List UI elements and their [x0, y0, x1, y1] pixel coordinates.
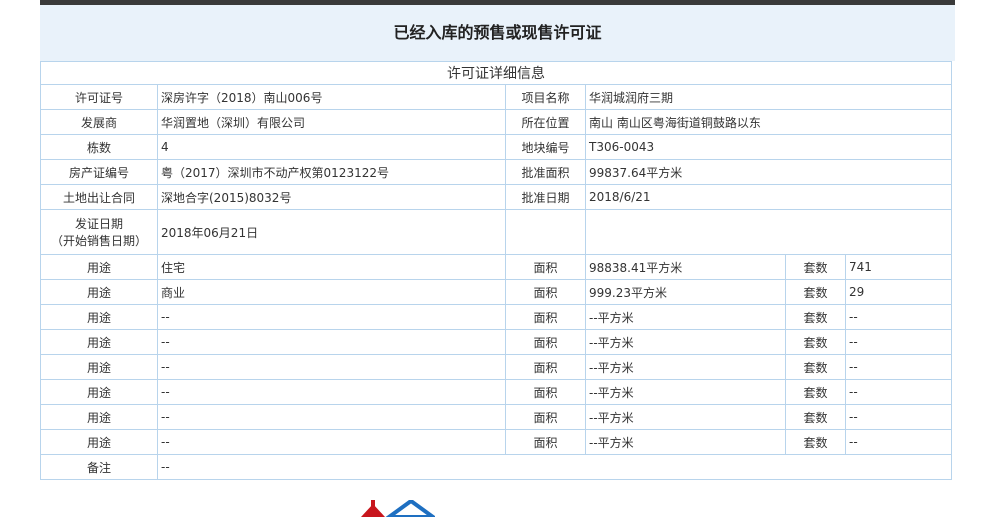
units-value: 741 — [845, 254, 952, 280]
usage-value: -- — [157, 304, 506, 330]
permit-no-value: 深房许字（2018）南山006号 — [157, 84, 506, 110]
usage-value: -- — [157, 329, 506, 355]
area-label: 面积 — [505, 379, 586, 405]
approved-area-label: 批准面积 — [505, 159, 586, 185]
table-row: 栋数 4 地块编号 T306-0043 — [40, 134, 952, 160]
units-label: 套数 — [785, 379, 846, 405]
usage-value: -- — [157, 379, 506, 405]
table-row: 发展商 华润置地（深圳）有限公司 所在位置 南山 南山区粤海街道铜鼓路以东 — [40, 109, 952, 135]
table-row: 发证日期 （开始销售日期） 2018年06月21日 — [40, 209, 952, 255]
area-value: --平方米 — [585, 354, 786, 380]
units-label: 套数 — [785, 329, 846, 355]
table-header-row: 许可证详细信息 — [40, 61, 952, 85]
approved-date-label: 批准日期 — [505, 184, 586, 210]
property-cert-label: 房产证编号 — [40, 159, 158, 185]
units-label: 套数 — [785, 304, 846, 330]
usage-value: 住宅 — [157, 254, 506, 280]
plot-no-value: T306-0043 — [585, 134, 952, 160]
area-value: 999.23平方米 — [585, 279, 786, 305]
area-label: 面积 — [505, 354, 586, 380]
permit-no-label: 许可证号 — [40, 84, 158, 110]
usage-row: 用途 -- 面积 --平方米 套数 -- — [40, 329, 952, 355]
area-value: --平方米 — [585, 329, 786, 355]
plot-no-label: 地块编号 — [505, 134, 586, 160]
usage-row: 用途 -- 面积 --平方米 套数 -- — [40, 379, 952, 405]
page-title: 已经入库的预售或现售许可证 — [393, 23, 602, 42]
units-value: 29 — [845, 279, 952, 305]
buildings-value: 4 — [157, 134, 506, 160]
housing-authority-logo-icon — [361, 500, 435, 517]
units-label: 套数 — [785, 254, 846, 280]
issue-date-value: 2018年06月21日 — [157, 209, 506, 255]
location-label: 所在位置 — [505, 109, 586, 135]
units-value: -- — [845, 329, 952, 355]
area-value: --平方米 — [585, 429, 786, 455]
usage-label: 用途 — [40, 354, 158, 380]
area-value: --平方米 — [585, 304, 786, 330]
usage-row: 用途 -- 面积 --平方米 套数 -- — [40, 354, 952, 380]
property-cert-value: 粤（2017）深圳市不动产权第0123122号 — [157, 159, 506, 185]
area-value: --平方米 — [585, 379, 786, 405]
empty-cell — [505, 209, 586, 255]
land-contract-value: 深地合字(2015)8032号 — [157, 184, 506, 210]
area-value: --平方米 — [585, 404, 786, 430]
usage-row: 用途 商业 面积 999.23平方米 套数 29 — [40, 279, 952, 305]
area-label: 面积 — [505, 304, 586, 330]
table-row: 许可证号 深房许字（2018）南山006号 项目名称 华润城润府三期 — [40, 84, 952, 110]
issue-date-label: 发证日期 （开始销售日期） — [40, 209, 158, 255]
remarks-value: -- — [157, 454, 952, 480]
units-value: -- — [845, 379, 952, 405]
units-label: 套数 — [785, 354, 846, 380]
usage-label: 用途 — [40, 379, 158, 405]
units-value: -- — [845, 354, 952, 380]
table-row: 房产证编号 粤（2017）深圳市不动产权第0123122号 批准面积 99837… — [40, 159, 952, 185]
buildings-label: 栋数 — [40, 134, 158, 160]
approved-area-value: 99837.64平方米 — [585, 159, 952, 185]
area-label: 面积 — [505, 429, 586, 455]
usage-row: 用途 -- 面积 --平方米 套数 -- — [40, 304, 952, 330]
units-label: 套数 — [785, 279, 846, 305]
issue-date-label-line2: （开始销售日期） — [50, 234, 147, 248]
usage-label: 用途 — [40, 429, 158, 455]
area-label: 面积 — [505, 279, 586, 305]
usage-label: 用途 — [40, 404, 158, 430]
developer-value: 华润置地（深圳）有限公司 — [157, 109, 506, 135]
approved-date-value: 2018/6/21 — [585, 184, 952, 210]
table-row: 备注 -- — [40, 454, 952, 480]
usage-value: -- — [157, 429, 506, 455]
land-contract-label: 土地出让合同 — [40, 184, 158, 210]
units-value: -- — [845, 429, 952, 455]
units-label: 套数 — [785, 404, 846, 430]
usage-label: 用途 — [40, 304, 158, 330]
area-label: 面积 — [505, 329, 586, 355]
title-bar: 已经入库的预售或现售许可证 — [40, 5, 955, 61]
issue-date-label-line1: 发证日期 — [74, 217, 123, 231]
empty-cell — [585, 209, 952, 255]
usage-label: 用途 — [40, 279, 158, 305]
units-label: 套数 — [785, 429, 846, 455]
usage-value: -- — [157, 354, 506, 380]
table-row: 土地出让合同 深地合字(2015)8032号 批准日期 2018/6/21 — [40, 184, 952, 210]
units-value: -- — [845, 404, 952, 430]
table-header: 许可证详细信息 — [40, 61, 952, 85]
usage-value: -- — [157, 404, 506, 430]
usage-row: 用途 -- 面积 --平方米 套数 -- — [40, 404, 952, 430]
area-value: 98838.41平方米 — [585, 254, 786, 280]
permit-detail-table: 许可证详细信息 许可证号 深房许字（2018）南山006号 项目名称 华润城润府… — [40, 61, 952, 480]
area-label: 面积 — [505, 254, 586, 280]
project-name-value: 华润城润府三期 — [585, 84, 952, 110]
remarks-label: 备注 — [40, 454, 158, 480]
developer-label: 发展商 — [40, 109, 158, 135]
usage-row: 用途 -- 面积 --平方米 套数 -- — [40, 429, 952, 455]
usage-value: 商业 — [157, 279, 506, 305]
location-value: 南山 南山区粤海街道铜鼓路以东 — [585, 109, 952, 135]
usage-label: 用途 — [40, 254, 158, 280]
usage-label: 用途 — [40, 329, 158, 355]
area-label: 面积 — [505, 404, 586, 430]
usage-row: 用途 住宅 面积 98838.41平方米 套数 741 — [40, 254, 952, 280]
project-name-label: 项目名称 — [505, 84, 586, 110]
units-value: -- — [845, 304, 952, 330]
